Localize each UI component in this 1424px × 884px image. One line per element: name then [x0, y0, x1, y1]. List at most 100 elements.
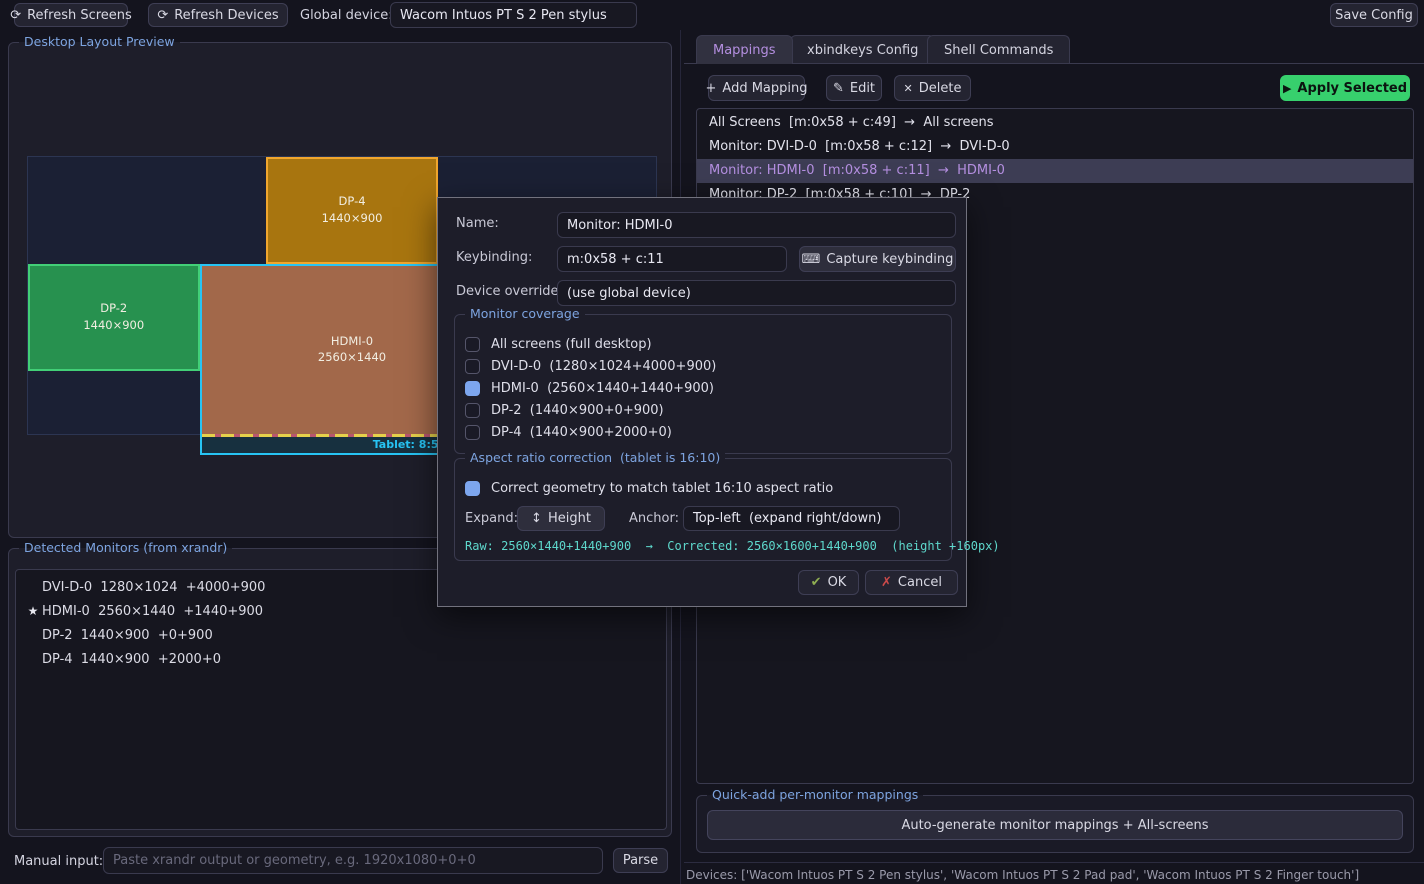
auto-generate-mappings-button[interactable]: Auto-generate monitor mappings + All-scr… — [707, 810, 1403, 840]
parse-button[interactable]: Parse — [613, 848, 668, 873]
devices-statusbar: Devices: ['Wacom Intuos PT S 2 Pen stylu… — [686, 868, 1422, 882]
coverage-option-row[interactable]: DVI-D-0 (1280×1024+4000+900) — [455, 355, 951, 377]
save-config-button[interactable]: Save Config — [1330, 3, 1418, 27]
coverage-checkbox[interactable] — [465, 337, 480, 352]
statusbar-divider — [684, 862, 1424, 863]
coverage-checkbox[interactable] — [465, 403, 480, 418]
pencil-icon: ✎ — [833, 81, 844, 96]
primary-star-icon: ★ — [24, 604, 42, 618]
check-icon: ✔ — [811, 575, 822, 590]
mapping-row[interactable]: All Screens [m:0x58 + c:49] → All screen… — [697, 111, 1413, 135]
mapping-name-input[interactable] — [557, 212, 956, 238]
tab-pane-divider — [684, 63, 1424, 64]
coverage-checkbox[interactable] — [465, 359, 480, 374]
x-icon: ✗ — [881, 575, 892, 590]
x-icon: ✕ — [904, 82, 913, 95]
detected-monitor-text: DVI-D-0 1280×1024 +4000+900 — [42, 580, 265, 595]
coverage-option-row[interactable]: All screens (full desktop) — [455, 333, 951, 355]
device-override-label: Device override: — [456, 284, 563, 299]
detected-monitors-list: DVI-D-0 1280×1024 +4000+900★HDMI-0 2560×… — [15, 569, 667, 830]
expand-mode-button[interactable]: ↕ Height — [517, 506, 605, 531]
global-device-label: Global device: — [300, 8, 393, 23]
manual-input-field[interactable] — [103, 847, 603, 874]
monitor-dp-2[interactable]: DP-21440×900 — [28, 264, 200, 371]
detected-monitor-row[interactable]: DP-4 1440×900 +2000+0 — [16, 647, 666, 671]
detected-monitor-text: HDMI-0 2560×1440 +1440+900 — [42, 604, 263, 619]
raw-corrected-geometry: Raw: 2560×1440+1440+900 → Corrected: 256… — [465, 539, 1000, 553]
expand-label: Expand: — [465, 511, 518, 526]
keyboard-icon: ⌨ — [802, 252, 821, 267]
apply-selected-label: Apply Selected — [1297, 81, 1407, 96]
anchor-label: Anchor: — [629, 511, 679, 526]
delete-mapping-button[interactable]: ✕ Delete — [894, 75, 971, 101]
monitor-dp-4[interactable]: DP-4 1440×900 — [266, 157, 438, 264]
plus-icon: + — [706, 81, 717, 96]
refresh-icon: ⟳ — [157, 8, 168, 23]
tab-xbindkeys-config[interactable]: xbindkeys Config — [790, 35, 935, 64]
preview-panel-title: Desktop Layout Preview — [19, 34, 180, 49]
edit-mapping-button[interactable]: ✎ Edit — [826, 75, 882, 101]
tab-label: Shell Commands — [944, 43, 1053, 58]
anchor-select[interactable]: Top-left (expand right/down) — [683, 506, 900, 531]
monitor-name: DP-4 — [339, 195, 366, 209]
quick-add-title: Quick-add per-monitor mappings — [707, 787, 923, 802]
auto-generate-label: Auto-generate monitor mappings + All-scr… — [901, 818, 1208, 833]
capture-keybinding-label: Capture keybinding — [826, 252, 953, 267]
up-down-arrow-icon: ↕ — [531, 511, 542, 526]
tab-mappings[interactable]: Mappings — [696, 35, 793, 64]
detected-monitor-text: DP-2 1440×900 +0+900 — [42, 628, 213, 643]
refresh-devices-button[interactable]: ⟳ Refresh Devices — [148, 3, 288, 27]
name-label: Name: — [456, 216, 499, 231]
parse-label: Parse — [623, 853, 658, 868]
keybinding-input[interactable] — [557, 246, 787, 272]
save-config-label: Save Config — [1335, 8, 1413, 23]
manual-input-label: Manual input: — [14, 854, 103, 869]
delete-label: Delete — [919, 81, 962, 96]
cancel-button[interactable]: ✗ Cancel — [865, 570, 958, 595]
tab-label: xbindkeys Config — [807, 43, 918, 58]
aspect-ratio-title: Aspect ratio correction (tablet is 16:10… — [465, 450, 725, 465]
app-window: ⟳ Refresh Screens ⟳ Refresh Devices Glob… — [0, 0, 1424, 884]
coverage-options: All screens (full desktop) DVI-D-0 (1280×… — [455, 333, 951, 443]
correct-geometry-row[interactable]: Correct geometry to match tablet 16:10 a… — [455, 477, 833, 499]
tab-label: Mappings — [713, 43, 776, 58]
correct-geometry-checkbox[interactable] — [465, 481, 480, 496]
play-icon: ▶ — [1283, 82, 1291, 95]
coverage-option-label: DVI-D-0 (1280×1024+4000+900) — [491, 359, 716, 374]
detected-monitor-text: DP-4 1440×900 +2000+0 — [42, 652, 221, 667]
add-mapping-label: Add Mapping — [722, 81, 807, 96]
monitor-resolution: 1440×900 — [322, 212, 383, 226]
apply-selected-button[interactable]: ▶ Apply Selected — [1280, 75, 1410, 101]
ok-button[interactable]: ✔ OK — [798, 570, 859, 595]
aspect-ratio-group: Aspect ratio correction (tablet is 16:10… — [454, 458, 952, 561]
coverage-option-row[interactable]: DP-2 (1440×900+0+900) — [455, 399, 951, 421]
coverage-checkbox[interactable] — [465, 425, 480, 440]
top-toolbar: ⟳ Refresh Screens ⟳ Refresh Devices Glob… — [0, 0, 1424, 30]
global-device-input[interactable] — [390, 2, 637, 28]
monitor-resolution: 1440×900 — [83, 319, 144, 333]
edit-label: Edit — [850, 81, 875, 96]
coverage-checkbox[interactable] — [465, 381, 480, 396]
coverage-option-row[interactable]: HDMI-0 (2560×1440+1440+900) — [455, 377, 951, 399]
device-override-input[interactable] — [557, 280, 956, 306]
mapping-row[interactable]: Monitor: HDMI-0 [m:0x58 + c:11] → HDMI-0 — [697, 159, 1413, 183]
coverage-option-label: DP-4 (1440×900+2000+0) — [491, 425, 672, 440]
coverage-option-row[interactable]: DP-4 (1440×900+2000+0) — [455, 421, 951, 443]
mapping-row[interactable]: Monitor: DVI-D-0 [m:0x58 + c:12] → DVI-D… — [697, 135, 1413, 159]
detected-monitor-row[interactable]: DP-2 1440×900 +0+900 — [16, 623, 666, 647]
tablet-ratio-label: Tablet: 8:5 — [373, 438, 439, 451]
coverage-option-label: HDMI-0 (2560×1440+1440+900) — [491, 381, 714, 396]
refresh-devices-label: Refresh Devices — [174, 8, 278, 23]
quick-add-panel: Quick-add per-monitor mappings Auto-gene… — [696, 795, 1414, 853]
correct-geometry-label: Correct geometry to match tablet 16:10 a… — [491, 481, 833, 496]
add-mapping-button[interactable]: + Add Mapping — [708, 75, 805, 101]
cancel-label: Cancel — [898, 575, 942, 590]
edit-mapping-dialog: Name: Keybinding: ⌨ Capture keybinding D… — [437, 197, 967, 607]
refresh-screens-label: Refresh Screens — [27, 8, 132, 23]
ok-label: OK — [828, 575, 847, 590]
capture-keybinding-button[interactable]: ⌨ Capture keybinding — [799, 246, 956, 272]
detected-monitors-title: Detected Monitors (from xrandr) — [19, 540, 232, 555]
refresh-screens-button[interactable]: ⟳ Refresh Screens — [14, 3, 128, 27]
tab-shell-commands[interactable]: Shell Commands — [927, 35, 1070, 64]
expand-mode-value: Height — [548, 511, 591, 526]
